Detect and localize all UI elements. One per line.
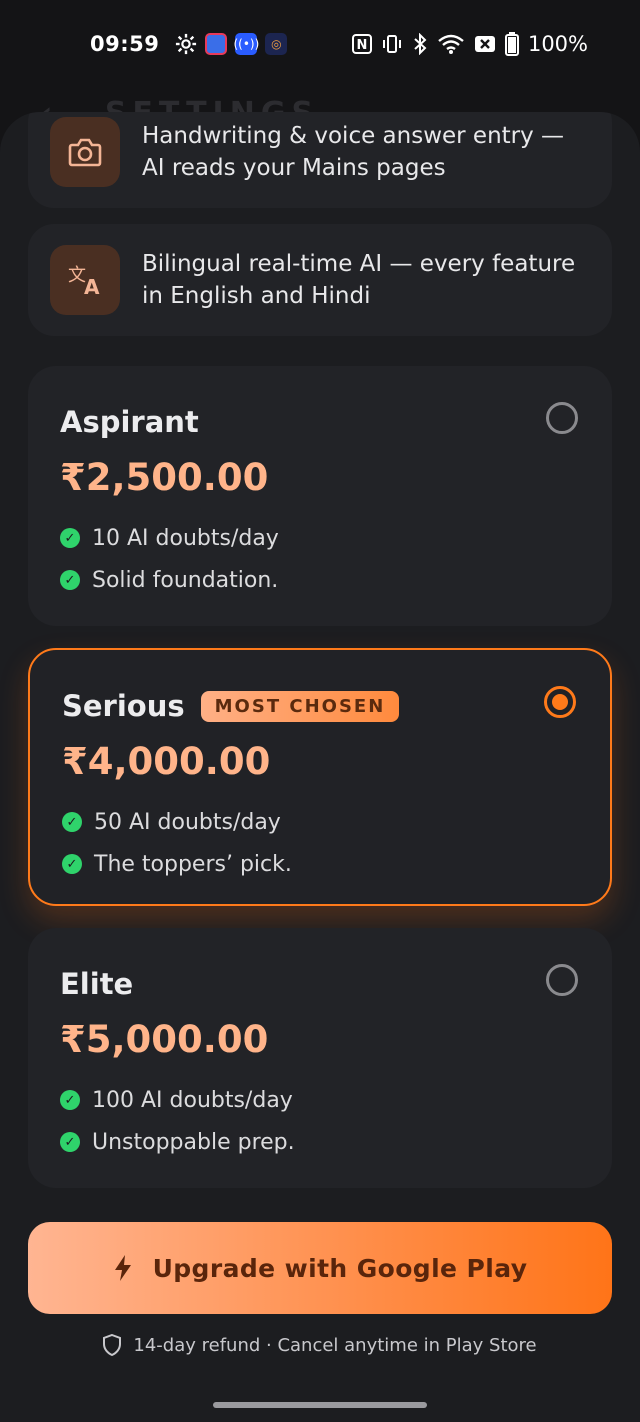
status-bar: 09:59 ((•)) ◎ N 100% <box>0 0 640 88</box>
plan-radio-elite[interactable] <box>546 964 578 996</box>
broadcast-icon: ((•)) <box>233 33 259 55</box>
perk-text: Unstoppable prep. <box>92 1129 295 1155</box>
plan-name-row: Elite <box>60 964 580 1004</box>
plan-price: ₹2,500.00 <box>60 456 269 499</box>
perk-text: 100 AI doubts/day <box>92 1087 293 1113</box>
plan-name-row: Aspirant <box>60 402 580 442</box>
battery-percent: 100% <box>527 32 588 56</box>
home-indicator[interactable] <box>213 1402 427 1408</box>
check-icon: ✓ <box>60 1132 80 1152</box>
perk-item: ✓ Solid foundation. <box>60 559 580 601</box>
plan-name: Aspirant <box>60 405 199 439</box>
perk-item: ✓ The toppers’ pick. <box>62 843 578 885</box>
plan-perks: ✓ 100 AI doubts/day ✓ Unstoppable prep. <box>60 1079 580 1163</box>
notification-icons: ((•)) ◎ <box>175 33 288 55</box>
perk-text: 50 AI doubts/day <box>94 809 281 835</box>
upgrade-button[interactable]: Upgrade with Google Play <box>28 1222 612 1314</box>
perk-item: ✓ 100 AI doubts/day <box>60 1079 580 1121</box>
plan-price: ₹5,000.00 <box>60 1018 269 1061</box>
upgrade-button-label: Upgrade with Google Play <box>152 1253 528 1283</box>
plan-name: Serious <box>62 689 185 723</box>
plan-perks: ✓ 10 AI doubts/day ✓ Solid foundation. <box>60 517 580 601</box>
feature-card-bilingual: 文A Bilingual real-time AI — every featur… <box>28 224 612 336</box>
check-icon: ✓ <box>60 570 80 590</box>
perk-text: The toppers’ pick. <box>94 851 292 877</box>
feature-text: Bilingual real-time AI — every feature i… <box>142 251 576 309</box>
app-notification-icon <box>205 33 228 55</box>
perk-text: 10 AI doubts/day <box>92 525 279 551</box>
perk-item: ✓ Unstoppable prep. <box>60 1121 580 1163</box>
perk-item: ✓ 50 AI doubts/day <box>62 801 578 843</box>
bluetooth-icon <box>414 33 427 55</box>
vibrate-icon <box>382 35 401 53</box>
translate-icon: 文A <box>50 245 120 315</box>
check-icon: ✓ <box>62 812 82 832</box>
check-icon: ✓ <box>60 528 80 548</box>
shield-icon <box>103 1334 122 1356</box>
perk-text: Solid foundation. <box>92 567 279 593</box>
feature-card-handwriting: Handwriting & voice answer entry — AI re… <box>28 112 612 208</box>
most-chosen-badge: MOST CHOSEN <box>200 690 400 722</box>
plan-card-serious[interactable]: Serious MOST CHOSEN ₹4,000.00 ✓ 50 AI dou… <box>28 648 612 906</box>
check-icon: ✓ <box>62 854 82 874</box>
camera-icon <box>50 117 120 187</box>
plan-card-elite[interactable]: Elite ₹5,000.00 ✓ 100 AI doubts/day ✓ Unst… <box>28 928 612 1188</box>
nfc-icon: N <box>351 34 372 54</box>
plan-name-row: Serious MOST CHOSEN <box>62 686 578 726</box>
perk-item: ✓ 10 AI doubts/day <box>60 517 580 559</box>
feature-text: Handwriting & voice answer entry — AI re… <box>142 123 565 181</box>
fingerprint-icon: ◎ <box>265 33 288 55</box>
clock: 09:59 <box>90 32 160 56</box>
gear-icon <box>176 33 197 55</box>
refund-note-text: 14-day refund · Cancel anytime in Play S… <box>133 1334 537 1356</box>
bolt-icon <box>113 1254 133 1282</box>
plan-radio-serious[interactable] <box>544 686 576 718</box>
plan-radio-aspirant[interactable] <box>546 402 578 434</box>
plan-price: ₹4,000.00 <box>62 740 271 783</box>
check-icon: ✓ <box>60 1090 80 1110</box>
no-sim-icon <box>474 36 495 52</box>
battery-icon <box>504 32 519 56</box>
plan-name: Elite <box>60 967 134 1001</box>
svg-text:A: A <box>84 275 100 297</box>
system-icons: N 100% <box>351 32 588 56</box>
upgrade-sheet: Handwriting & voice answer entry — AI re… <box>0 112 640 1422</box>
svg-text:N: N <box>357 38 368 53</box>
plan-perks: ✓ 50 AI doubts/day ✓ The toppers’ pick. <box>62 801 578 885</box>
wifi-icon <box>438 34 464 54</box>
refund-note: 14-day refund · Cancel anytime in Play S… <box>0 1334 640 1356</box>
plan-card-aspirant[interactable]: Aspirant ₹2,500.00 ✓ 10 AI doubts/day ✓ So… <box>28 366 612 626</box>
